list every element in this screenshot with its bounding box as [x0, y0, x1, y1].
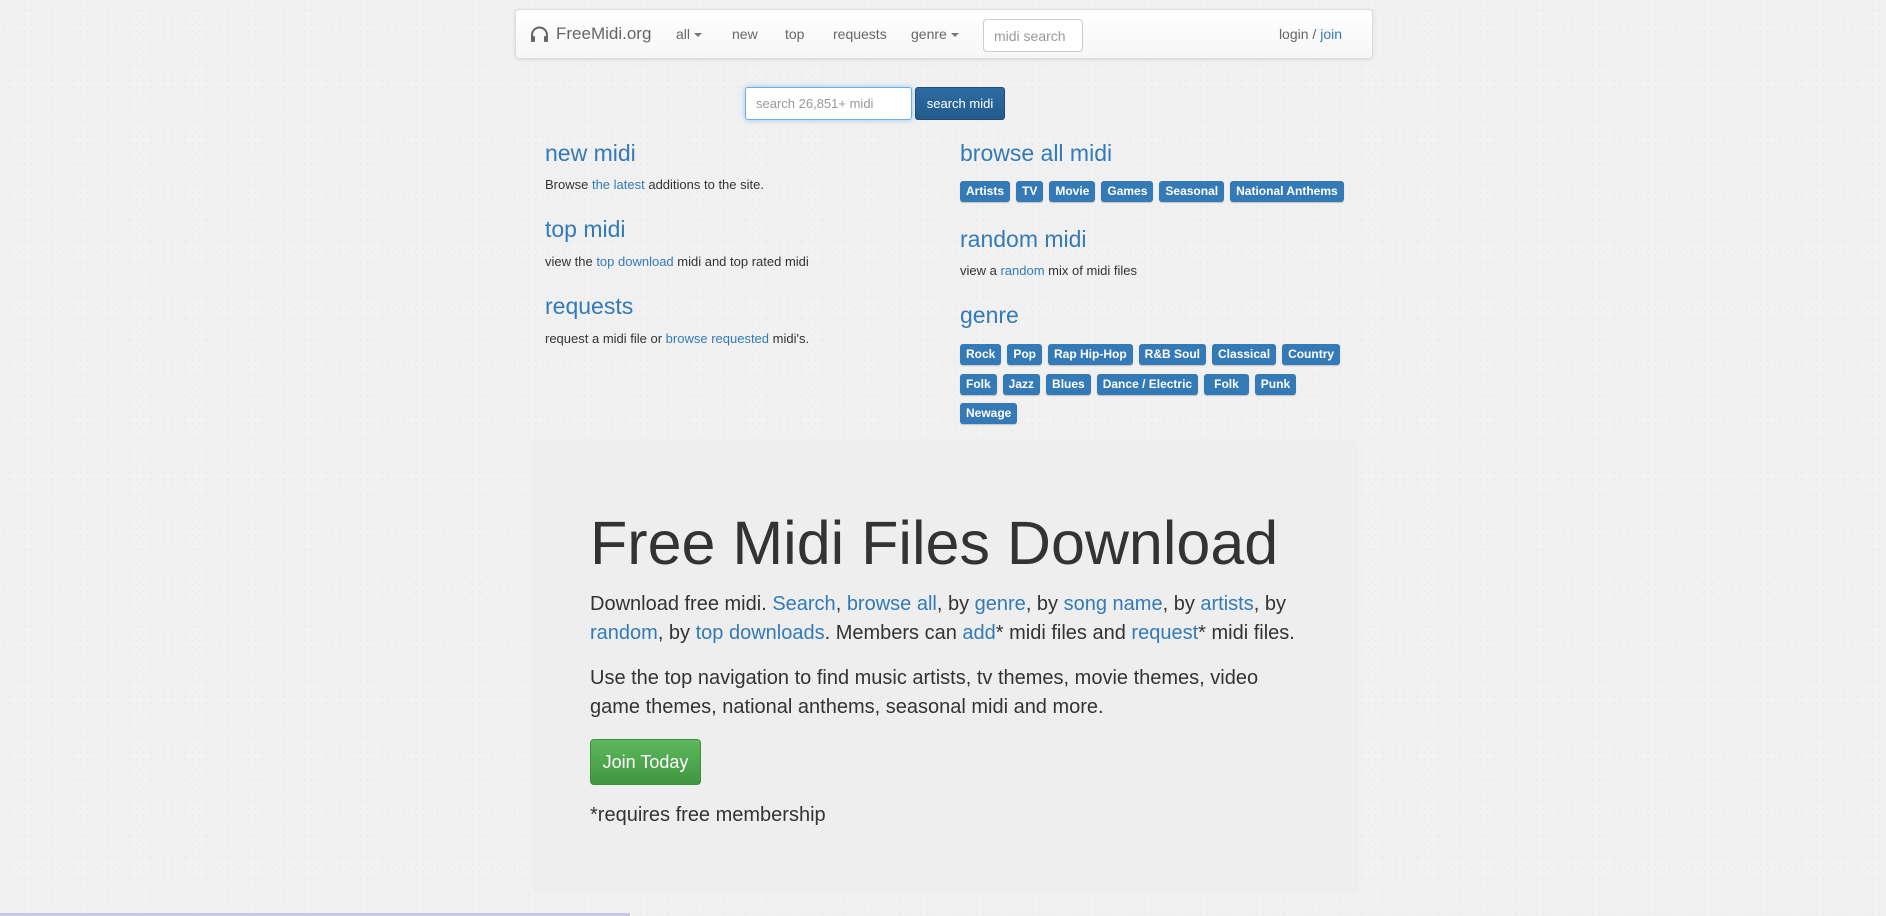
join-today-button[interactable]: Join Today: [590, 739, 701, 785]
genre-dance-electric[interactable]: Dance / Electric: [1096, 374, 1199, 395]
requests-text-pre: request a midi file or: [545, 331, 666, 346]
hero-random-link[interactable]: random: [590, 622, 658, 644]
top-midi-text: view the top download midi and top rated…: [545, 254, 809, 269]
caret-down-icon: [950, 33, 959, 38]
requests-text-post: midi's.: [769, 331, 810, 346]
genre-tags-row-2: Folk Jazz Blues Dance / Electric Folk Pu…: [960, 374, 1297, 395]
browse-tags: Artists TV Movie Games Seasonal National…: [960, 181, 1344, 202]
browse-requested-link[interactable]: browse requested: [666, 331, 769, 346]
random-midi-text: view a random mix of midi files: [960, 263, 1137, 278]
genre-tags-row-1: Rock Pop Rap Hip-Hop R&B Soul Classical …: [960, 344, 1341, 365]
top-midi-heading[interactable]: top midi: [545, 216, 626, 243]
hero-paragraph-1: Download free midi. Search, browse all, …: [590, 590, 1310, 648]
tag-seasonal[interactable]: Seasonal: [1159, 181, 1225, 202]
caret-down-icon: [694, 33, 703, 38]
new-midi-text: Browse the latest additions to the site.: [545, 177, 764, 192]
new-midi-heading[interactable]: new midi: [545, 140, 636, 167]
nav-all-label: all: [676, 26, 691, 42]
hero-text: , by: [1025, 593, 1064, 615]
nav-top[interactable]: top: [785, 26, 804, 42]
genre-folk[interactable]: Folk: [960, 374, 997, 395]
hero-text: * midi files and: [995, 622, 1132, 644]
hero-artists-link[interactable]: artists: [1200, 593, 1253, 615]
nav-all-dropdown[interactable]: all: [676, 26, 703, 42]
new-midi-text-pre: Browse: [545, 177, 592, 192]
genre-tags-row-3: Newage: [960, 403, 1018, 424]
hero-request-link[interactable]: request: [1131, 622, 1198, 644]
hero-song-name-link[interactable]: song name: [1064, 593, 1163, 615]
genre-rnb-soul[interactable]: R&B Soul: [1138, 344, 1207, 365]
hero-text: . Members can: [824, 622, 963, 644]
top-midi-text-pre: view the: [545, 254, 597, 269]
browse-all-heading[interactable]: browse all midi: [960, 140, 1112, 167]
hero-top-downloads-link[interactable]: top downloads: [696, 622, 825, 644]
genre-rock[interactable]: Rock: [960, 344, 1002, 365]
nav-genre-label: genre: [911, 26, 947, 42]
tag-movie[interactable]: Movie: [1049, 181, 1096, 202]
membership-note: *requires free membership: [590, 804, 826, 826]
login-area: login / join: [1279, 26, 1342, 42]
join-link[interactable]: join: [1320, 26, 1342, 42]
headphones-icon: [531, 26, 548, 42]
tag-tv[interactable]: TV: [1016, 181, 1044, 202]
tag-national-anthems[interactable]: National Anthems: [1230, 181, 1344, 202]
new-midi-text-post: additions to the site.: [644, 177, 764, 192]
top-midi-text-post: midi and top rated midi: [673, 254, 809, 269]
top-download-link[interactable]: top download: [596, 254, 673, 269]
genre-blues[interactable]: Blues: [1046, 374, 1091, 395]
genre-pop[interactable]: Pop: [1007, 344, 1043, 365]
tag-artists[interactable]: Artists: [960, 181, 1011, 202]
hero-search-link[interactable]: Search: [772, 593, 835, 615]
hero-paragraph-2: Use the top navigation to find music art…: [590, 667, 1259, 718]
main-search-input[interactable]: [745, 87, 912, 120]
top-navbar: FreeMidi.org all new top requests genre …: [515, 9, 1373, 59]
requests-text: request a midi file or browse requested …: [545, 331, 809, 346]
hero-genre-link[interactable]: genre: [975, 593, 1026, 615]
genre-jazz[interactable]: Jazz: [1002, 374, 1041, 395]
nav-search-input[interactable]: [983, 19, 1083, 52]
hero-text: * midi files.: [1198, 622, 1295, 644]
genre-rap-hiphop[interactable]: Rap Hip-Hop: [1048, 344, 1133, 365]
hero-title: Free Midi Files Download: [590, 509, 1279, 577]
latest-link[interactable]: the latest: [592, 177, 645, 192]
login-link[interactable]: login: [1279, 26, 1309, 42]
random-link[interactable]: random: [1000, 263, 1044, 278]
hero-text: , by: [936, 593, 975, 615]
hero-text: Download free midi.: [590, 593, 773, 615]
search-midi-button[interactable]: search midi: [915, 87, 1005, 120]
login-separator: /: [1308, 26, 1321, 42]
hero-add-link[interactable]: add: [962, 622, 995, 644]
random-text-pre: view a: [960, 263, 1001, 278]
genre-newage[interactable]: Newage: [960, 403, 1018, 424]
hero-text: ,: [835, 593, 847, 615]
hero-text: , by: [657, 622, 696, 644]
random-midi-heading[interactable]: random midi: [960, 226, 1087, 253]
requests-heading[interactable]: requests: [545, 293, 633, 320]
genre-folk-2[interactable]: Folk: [1204, 374, 1249, 395]
nav-new[interactable]: new: [732, 26, 758, 42]
hero-browse-all-link[interactable]: browse all: [847, 593, 937, 615]
nav-genre-dropdown[interactable]: genre: [911, 26, 959, 42]
hero-text: , by: [1162, 593, 1201, 615]
genre-country[interactable]: Country: [1282, 344, 1341, 365]
brand-text: FreeMidi.org: [556, 24, 652, 43]
hero-panel: Free Midi Files Download Download free m…: [531, 440, 1359, 892]
genre-classical[interactable]: Classical: [1212, 344, 1277, 365]
brand-link[interactable]: FreeMidi.org: [530, 24, 651, 44]
genre-punk[interactable]: Punk: [1254, 374, 1297, 395]
hero-text: , by: [1253, 593, 1286, 615]
tag-games[interactable]: Games: [1101, 181, 1154, 202]
genre-heading[interactable]: genre: [960, 302, 1019, 329]
random-text-post: mix of midi files: [1044, 263, 1138, 278]
nav-requests[interactable]: requests: [833, 26, 887, 42]
